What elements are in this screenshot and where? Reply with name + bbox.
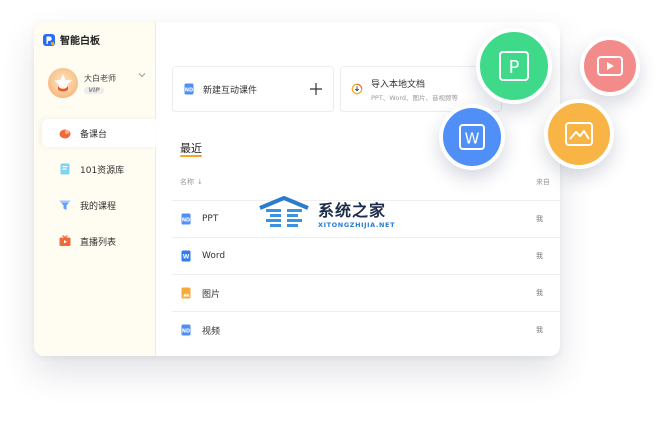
- sidebar-item-courses[interactable]: 我的课程: [42, 191, 156, 219]
- sidebar-item-library[interactable]: 101资源库: [42, 155, 156, 183]
- row-name: Word: [202, 251, 226, 261]
- ppt-icon: P: [499, 51, 529, 81]
- column-header-from: 来自: [536, 178, 550, 186]
- user-name: 大白老师: [84, 73, 116, 83]
- svg-text:ND: ND: [185, 88, 193, 94]
- svg-text:P: P: [509, 57, 520, 78]
- nd-file-icon: ND: [183, 83, 195, 95]
- row-name: 视频: [202, 326, 221, 337]
- stage: 智能白板 大白老师 VIP 备课台 101资源库 我的课程 直播列表 ND 新建…: [0, 0, 660, 442]
- svg-text:W: W: [183, 254, 190, 261]
- sidebar: 智能白板 大白老师 VIP 备课台 101资源库 我的课程 直播列表: [34, 22, 156, 356]
- sidebar-item-prep[interactable]: 备课台: [42, 119, 156, 147]
- video-play-icon: [597, 56, 623, 76]
- funnel-icon: [58, 198, 72, 212]
- watermark: 系统之家 XITONGZHIJIA.NET: [256, 196, 395, 230]
- image-file-icon: [180, 287, 192, 299]
- app-name: 智能白板: [60, 36, 100, 47]
- image-bubble: [544, 99, 614, 169]
- image-icon: [565, 122, 593, 146]
- watermark-logo-icon: [259, 196, 309, 228]
- avatar-star-icon: [54, 74, 72, 92]
- new-courseware-label: 新建互动课件: [203, 85, 258, 96]
- book-icon: [58, 162, 72, 176]
- row-name: PPT: [202, 214, 219, 224]
- vip-badge: VIP: [84, 86, 104, 94]
- import-subtitle: PPT、Word、图片、音视频等: [371, 93, 459, 102]
- new-courseware-button[interactable]: ND 新建互动课件: [172, 66, 334, 112]
- svg-text:ND: ND: [182, 218, 190, 224]
- recent-title: 最近: [180, 142, 202, 155]
- nd-file-icon: ND: [180, 213, 192, 225]
- nd-file-icon: ND: [180, 324, 192, 336]
- sidebar-item-label: 101资源库: [80, 165, 125, 176]
- import-label: 导入本地文档: [371, 79, 426, 90]
- sort-arrow-icon: ↓: [197, 178, 203, 186]
- watermark-en: XITONGZHIJIA.NET: [318, 221, 396, 229]
- sidebar-item-label: 我的课程: [80, 201, 117, 212]
- svg-text:ND: ND: [182, 329, 190, 335]
- word-icon: W: [459, 124, 485, 150]
- row-from: 我: [536, 326, 543, 334]
- word-bubble: W: [439, 104, 505, 170]
- sidebar-item-label: 直播列表: [80, 237, 117, 248]
- word-file-icon: W: [180, 250, 192, 262]
- recent-tab-underline: [180, 155, 202, 157]
- row-from: 我: [536, 215, 543, 223]
- avatar[interactable]: [48, 68, 78, 98]
- fire-icon: [58, 126, 72, 140]
- table-row[interactable]: 图片 我: [172, 274, 560, 311]
- row-name: 图片: [202, 289, 221, 300]
- sidebar-item-label: 备课台: [80, 129, 108, 140]
- row-from: 我: [536, 252, 543, 260]
- chevron-down-icon[interactable]: [137, 70, 147, 80]
- table-row[interactable]: ND 视频 我: [172, 311, 560, 348]
- svg-text:W: W: [465, 130, 480, 148]
- row-from: 我: [536, 289, 543, 297]
- app-logo-icon: [43, 33, 55, 46]
- brand: 智能白板: [42, 32, 100, 47]
- ppt-bubble: P: [476, 28, 552, 104]
- import-icon: [351, 83, 363, 95]
- user-profile[interactable]: 大白老师 VIP: [48, 68, 116, 98]
- sidebar-item-live[interactable]: 直播列表: [42, 227, 156, 255]
- table-row[interactable]: W Word 我: [172, 237, 560, 274]
- video-bubble: [580, 36, 640, 96]
- plus-icon[interactable]: [307, 80, 325, 98]
- column-header-name[interactable]: 名称 ↓: [180, 177, 203, 187]
- tv-icon: [58, 234, 72, 248]
- watermark-cn: 系统之家: [318, 201, 387, 220]
